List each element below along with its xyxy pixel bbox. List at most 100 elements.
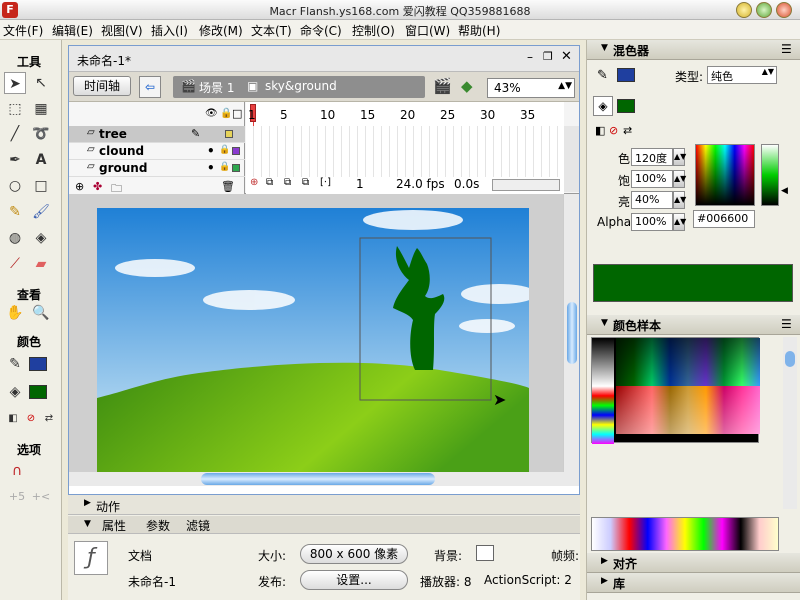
timeline-hscroll[interactable] <box>492 179 560 191</box>
alpha-input[interactable]: 100% <box>631 213 673 231</box>
rectangle-tool-icon[interactable]: □ <box>30 175 52 197</box>
panel-menu-icon[interactable]: ☰ <box>781 317 792 331</box>
frames-area[interactable]: 1 5 10 15 20 25 30 35 ⊕ ⧉ ⧉ ⧉ [⋅] 1 24.0… <box>246 102 564 194</box>
actions-label[interactable]: 动作 <box>96 498 120 515</box>
fill-type-select[interactable]: 纯色 ▲▼ <box>707 66 777 84</box>
edit-scene-icon[interactable]: 🎬 <box>433 77 452 95</box>
timeline-toggle-button[interactable]: 时间轴 <box>73 76 131 96</box>
lock-icon[interactable]: 🔒 <box>219 162 230 172</box>
layer-name[interactable]: ground <box>99 161 147 175</box>
layer-color-box[interactable] <box>232 147 240 155</box>
layer-row[interactable]: ▱ clound • 🔒 <box>69 143 245 160</box>
panel-menu-icon[interactable]: ☰ <box>781 42 792 56</box>
visible-dot[interactable]: • <box>207 161 215 175</box>
text-tool-icon[interactable]: A <box>30 149 52 171</box>
tab-filters[interactable]: 滤镜 <box>186 517 210 534</box>
no-color-icon[interactable]: ⊘ <box>609 124 618 137</box>
menu-modify[interactable]: 修改(M) <box>199 22 243 39</box>
hand-tool-icon[interactable]: ✋ <box>4 302 26 324</box>
pen-tool-icon[interactable]: ✒ <box>4 149 26 171</box>
menu-commands[interactable]: 命令(C) <box>300 22 342 39</box>
lock-icon[interactable]: 🔒 <box>219 145 230 155</box>
align-header[interactable]: ▶ 对齐 <box>587 553 800 573</box>
menu-help[interactable]: 帮助(H) <box>458 22 500 39</box>
lasso-tool-icon[interactable]: ➰ <box>30 123 52 145</box>
layer-color-box[interactable] <box>225 130 233 138</box>
onion-outline-icon[interactable]: ⧉ <box>284 177 291 188</box>
line-tool-icon[interactable]: ╱ <box>4 123 26 145</box>
gradient-swatches[interactable] <box>591 517 779 551</box>
mixer-header[interactable]: ▼ 混色器 ☰ <box>587 40 800 60</box>
swatch-block-top[interactable] <box>616 338 760 386</box>
selection-tool-icon[interactable]: ➤ <box>4 72 26 94</box>
brightness-slider[interactable] <box>761 144 779 206</box>
fill-color-swatch[interactable] <box>29 385 47 399</box>
maximize-button[interactable] <box>756 2 772 18</box>
menu-insert[interactable]: 插入(I) <box>151 22 188 39</box>
snap-magnet-icon[interactable]: ∩ <box>6 460 28 482</box>
menu-view[interactable]: 视图(V) <box>101 22 143 39</box>
back-arrow-icon[interactable]: ⇦ <box>139 76 161 98</box>
minimize-button[interactable] <box>736 2 752 18</box>
vscroll-thumb[interactable] <box>785 351 795 367</box>
oval-tool-icon[interactable]: ○ <box>4 175 26 197</box>
layer-color-box[interactable] <box>232 164 240 172</box>
menu-window[interactable]: 窗口(W) <box>405 22 450 39</box>
add-guide-layer-icon[interactable]: ✤ <box>93 180 102 193</box>
tab-properties[interactable]: 属性 <box>102 517 126 534</box>
zoom-select[interactable]: 43% ▲▼ <box>487 78 575 98</box>
brightness-input[interactable]: 40% <box>631 191 673 209</box>
doc-restore-icon[interactable]: ❐ <box>543 50 553 63</box>
mixer-stroke-swatch[interactable] <box>617 68 635 82</box>
menu-file[interactable]: 文件(F) <box>3 22 43 39</box>
edit-multiple-icon[interactable]: ⧉ <box>302 177 309 188</box>
settings-button[interactable]: 设置... <box>300 570 408 590</box>
frame-grid[interactable] <box>246 126 564 177</box>
layer-name[interactable]: tree <box>99 127 127 141</box>
mixer-fill-swatch[interactable] <box>617 99 635 113</box>
tab-parameters[interactable]: 参数 <box>146 517 170 534</box>
lock-icon[interactable]: 🔒 <box>220 108 232 119</box>
slider-arrow-icon[interactable]: ◀ <box>781 186 788 196</box>
layer-name[interactable]: clound <box>99 144 144 158</box>
eraser-tool-icon[interactable]: ▰ <box>30 253 52 275</box>
eyedropper-tool-icon[interactable]: ⟋ <box>4 253 26 275</box>
scene-breadcrumb[interactable]: 场景 1 <box>199 79 234 96</box>
onion-markers-icon[interactable]: [⋅] <box>320 177 331 188</box>
saturation-input[interactable]: 100% <box>631 170 673 188</box>
background-color-swatch[interactable] <box>476 545 494 561</box>
size-button[interactable]: 800 x 600 像素 <box>300 544 408 564</box>
fill-bucket-icon[interactable]: ◈ <box>593 96 613 116</box>
black-white-icon[interactable]: ◧ <box>595 124 605 137</box>
color-picker-field[interactable] <box>695 144 755 206</box>
vscroll-thumb[interactable] <box>567 302 577 364</box>
stage-hscroll[interactable] <box>69 472 579 486</box>
add-layer-icon[interactable]: ⊕ <box>75 180 84 193</box>
swatches-vscroll[interactable] <box>783 337 797 509</box>
swatch-grid[interactable] <box>591 337 760 444</box>
hue-input[interactable]: 120度 <box>631 148 673 166</box>
center-frame-icon[interactable]: ⊕ <box>250 177 258 188</box>
delete-layer-icon[interactable]: 🗑 <box>221 180 235 193</box>
eye-icon[interactable]: 👁 <box>205 108 218 119</box>
fill-transform-tool-icon[interactable]: ▦ <box>30 98 52 120</box>
timeline-vscroll[interactable] <box>564 126 579 192</box>
swatches-header[interactable]: ▼ 颜色样本 ☰ <box>587 315 800 335</box>
stage-vscroll[interactable] <box>563 194 579 472</box>
straighten-icon[interactable]: +< <box>30 486 52 508</box>
hscroll-thumb[interactable] <box>201 473 435 485</box>
symbol-breadcrumb[interactable]: sky&ground <box>265 79 337 93</box>
paint-bucket-tool-icon[interactable]: ◈ <box>30 227 52 249</box>
layer-row[interactable]: ▱ ground • 🔒 <box>69 160 245 177</box>
stage[interactable] <box>97 208 529 472</box>
document-tab-title[interactable]: 未命名-1* <box>77 52 131 69</box>
saturation-stepper[interactable]: ▲▼ <box>673 170 686 188</box>
hex-input[interactable]: #006600 <box>693 210 755 228</box>
smooth-icon[interactable]: +5 <box>6 486 28 508</box>
brush-tool-icon[interactable]: 🖌 <box>30 201 52 223</box>
subselection-tool-icon[interactable]: ↖ <box>30 72 52 94</box>
layer-row[interactable]: ▱ tree ✎ <box>69 126 245 143</box>
stroke-color-swatch[interactable] <box>29 357 47 371</box>
menu-control[interactable]: 控制(O) <box>352 22 395 39</box>
menu-text[interactable]: 文本(T) <box>251 22 292 39</box>
